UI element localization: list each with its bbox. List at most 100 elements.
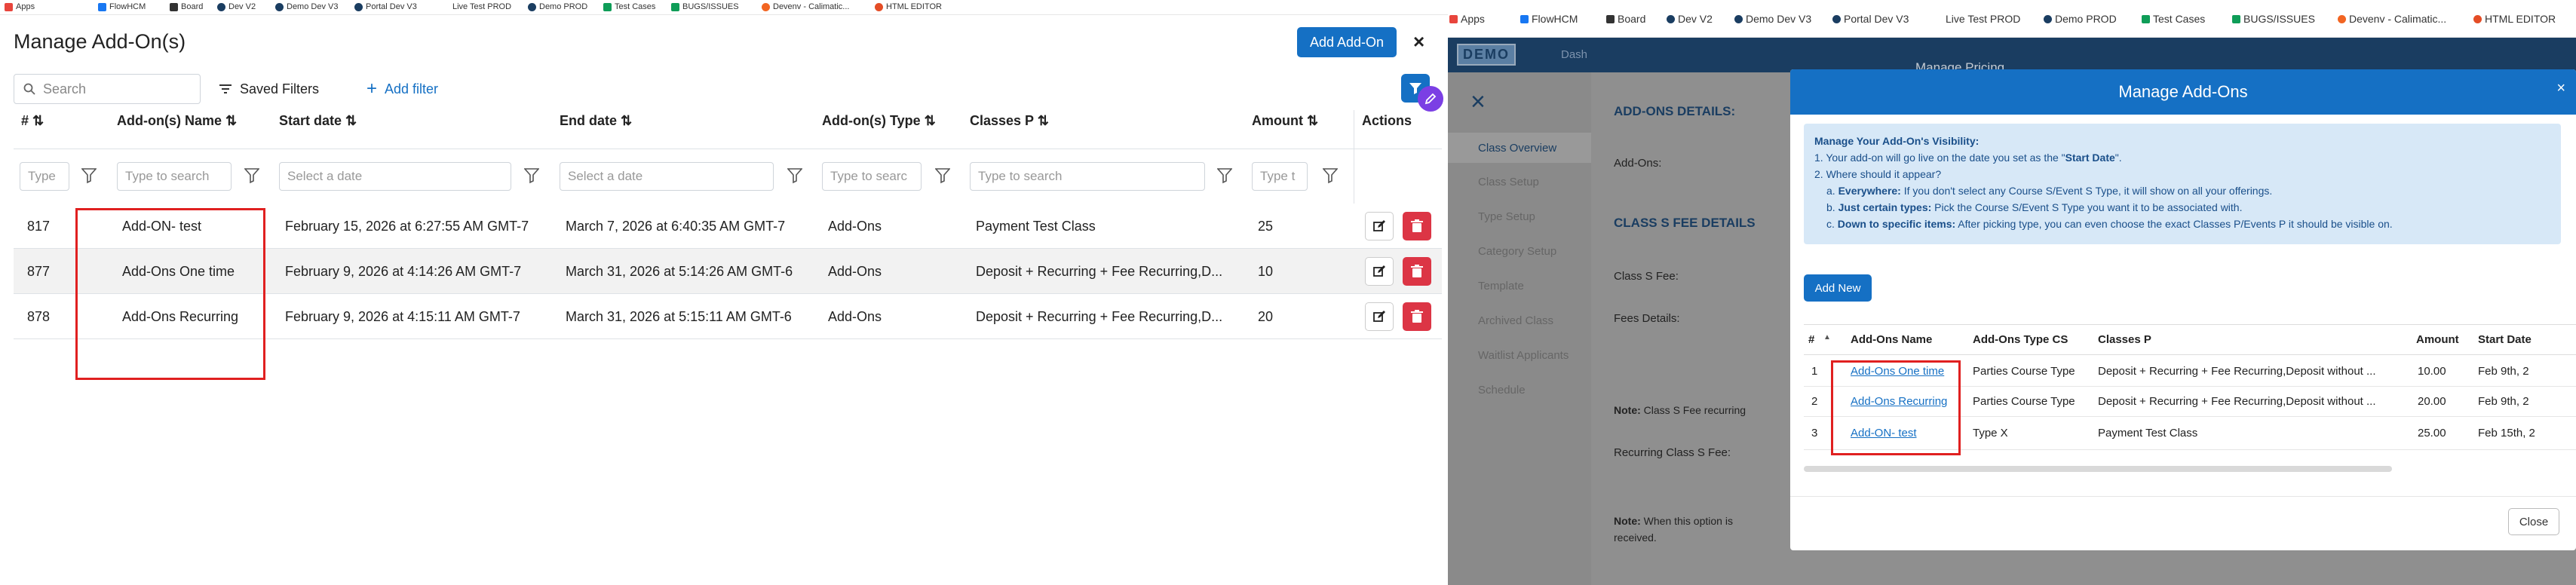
cell-id: 878 (27, 309, 51, 324)
filter-end-date-input[interactable]: Select a date (560, 162, 774, 191)
bookmark-demo-dev-v3[interactable]: Demo Dev V3 (1734, 13, 1811, 25)
bookmark-portal-dev-v3[interactable]: Portal Dev V3 (354, 2, 417, 11)
close-button[interactable]: Close (2508, 508, 2559, 535)
bookmark-dev-v2[interactable]: Dev V2 (217, 2, 256, 11)
bookmark-flowhcm[interactable]: FlowHCM (98, 2, 146, 11)
col-header-name[interactable]: Add-on(s) Name ⇅ (117, 113, 237, 129)
bookmark-portal-dev-v3[interactable]: Portal Dev V3 (1832, 13, 1909, 25)
filter-classes-input[interactable]: Type to search (970, 162, 1205, 191)
bookmark-apps[interactable]: Apps (5, 2, 35, 11)
close-icon[interactable]: × (1413, 30, 1424, 54)
delete-row-button[interactable] (1403, 212, 1431, 240)
modal-cell-type: Parties Course Type (1973, 395, 2075, 408)
modal-col-header[interactable]: Add-Ons Name (1851, 333, 1932, 346)
funnel-icon[interactable] (244, 167, 259, 184)
trash-icon (1411, 310, 1423, 323)
saved-filters-button[interactable]: Saved Filters (219, 74, 319, 104)
sidebar-item-class-overview[interactable]: Class Overview (1448, 133, 1591, 163)
filter-id-input[interactable]: Type (20, 162, 69, 191)
delete-row-button[interactable] (1403, 257, 1431, 286)
add-add-on-button[interactable]: Add Add-On (1297, 27, 1397, 57)
field-label: Class S Fee: (1614, 270, 1679, 283)
bookmark-devenv-calimatic[interactable]: Devenv - Calimatic... (2338, 13, 2446, 25)
delete-row-button[interactable] (1403, 302, 1431, 331)
manage-add-ons-modal: Manage Add-Ons × Manage Your Add-On's Vi… (1790, 69, 2576, 550)
note: Note: When this option is received. (1614, 515, 1733, 544)
filter-start-date-input[interactable]: Select a date (279, 162, 511, 191)
bookmark-html-editor[interactable]: HTML EDITOR (875, 2, 942, 11)
filter-amount-input[interactable]: Type t (1252, 162, 1308, 191)
sort-icon[interactable]: ▲ (1823, 333, 1831, 342)
modal-col-header[interactable]: Amount (2416, 333, 2459, 346)
nav-item[interactable]: Dash (1561, 48, 1587, 61)
bookmark-apps[interactable]: Apps (1449, 13, 1485, 25)
edit-icon (1373, 265, 1385, 277)
funnel-icon[interactable] (524, 167, 539, 184)
highlight-box (1831, 360, 1961, 455)
bookmark-dev-v2[interactable]: Dev V2 (1667, 13, 1713, 25)
sidebar-item[interactable]: Schedule (1478, 384, 1526, 397)
sidebar-item[interactable]: Type Setup (1478, 210, 1535, 223)
bookmark-demo-dev-v3[interactable]: Demo Dev V3 (275, 2, 338, 11)
modal-cell-num: 3 (1811, 427, 1818, 440)
bookmark-demo-prod[interactable]: Demo PROD (528, 2, 587, 11)
search-input[interactable]: Search (14, 74, 201, 104)
screenshot-root: Apps FlowHCM Board Dev V2 Demo Dev V3 Po… (0, 0, 2576, 585)
sidebar-item[interactable]: Archived Class (1478, 314, 1553, 327)
bookmark-demo-prod[interactable]: Demo PROD (2044, 13, 2117, 25)
funnel-icon[interactable] (1323, 167, 1338, 184)
col-header-classes[interactable]: Classes P ⇅ (970, 113, 1049, 129)
edit-row-button[interactable] (1365, 257, 1394, 286)
sort-icon: ⇅ (225, 113, 238, 128)
bookmark-bugs-issues[interactable]: BUGS/ISSUES (2232, 13, 2315, 25)
horizontal-scrollbar[interactable] (1804, 466, 2392, 472)
bookmark-board[interactable]: Board (170, 2, 203, 11)
bookmark-test-cases[interactable]: Test Cases (603, 2, 655, 11)
collapse-icon[interactable]: × (1470, 87, 1486, 117)
modal-col-header[interactable]: Add-Ons Type CS (1973, 333, 2068, 346)
sheets-icon (671, 2, 679, 11)
editor-icon (2473, 14, 2482, 23)
facebook-icon (1520, 14, 1529, 23)
edit-row-button[interactable] (1365, 212, 1394, 240)
calimatic-icon (2338, 14, 2346, 23)
cell-type: Add-Ons (828, 219, 882, 234)
sidebar-item[interactable]: Category Setup (1478, 245, 1556, 258)
modal-col-header[interactable]: Classes P (2098, 333, 2151, 346)
col-header-amount[interactable]: Amount ⇅ (1252, 113, 1318, 129)
sidebar-item[interactable]: Template (1478, 280, 1524, 292)
col-header-start[interactable]: Start date ⇅ (279, 113, 357, 129)
filter-type-input[interactable]: Type to searc (822, 162, 922, 191)
modal-col-header[interactable]: Start Date (2478, 333, 2532, 346)
apps-grid-icon (5, 2, 13, 11)
bookmark-live-test-prod[interactable]: Live Test PROD (452, 2, 511, 11)
bookmark-board[interactable]: Board (1606, 13, 1645, 25)
bookmark-devenv-calimatic[interactable]: Devenv - Calimatic... (762, 2, 849, 11)
bookmark-html-editor[interactable]: HTML EDITOR (2473, 13, 2556, 25)
edit-row-button[interactable] (1365, 302, 1394, 331)
col-header-type[interactable]: Add-on(s) Type ⇅ (822, 113, 936, 129)
bookmark-bugs-issues[interactable]: BUGS/ISSUES (671, 2, 739, 11)
sidebar-item[interactable]: Waitlist Applicants (1478, 349, 1569, 362)
bookmark-live-test-prod[interactable]: Live Test PROD (1946, 13, 2020, 25)
modal-col-header[interactable]: # (1808, 333, 1814, 346)
funnel-icon[interactable] (787, 167, 802, 184)
site-icon (1667, 14, 1675, 23)
add-filter-button[interactable]: + Add filter (366, 74, 438, 104)
facebook-icon (98, 2, 106, 11)
cell-amount: 25 (1258, 219, 1274, 234)
modal-cell-start: Feb 15th, 2 (2478, 427, 2535, 440)
modal-cell-start: Feb 9th, 2 (2478, 395, 2529, 408)
add-new-button[interactable]: Add New (1804, 274, 1872, 302)
col-header-id[interactable]: # ⇅ (21, 113, 44, 129)
funnel-icon[interactable] (1217, 167, 1232, 184)
col-header-end[interactable]: End date ⇅ (560, 113, 632, 129)
filter-name-input[interactable]: Type to search (117, 162, 232, 191)
modal-close-icon[interactable]: × (2556, 80, 2565, 97)
funnel-icon[interactable] (935, 167, 950, 184)
funnel-icon[interactable] (81, 167, 97, 184)
sidebar-item[interactable]: Class Setup (1478, 176, 1539, 188)
bookmark-flowhcm[interactable]: FlowHCM (1520, 13, 1578, 25)
bookmark-test-cases[interactable]: Test Cases (2142, 13, 2205, 25)
edit-floating-button[interactable] (1418, 86, 1443, 112)
